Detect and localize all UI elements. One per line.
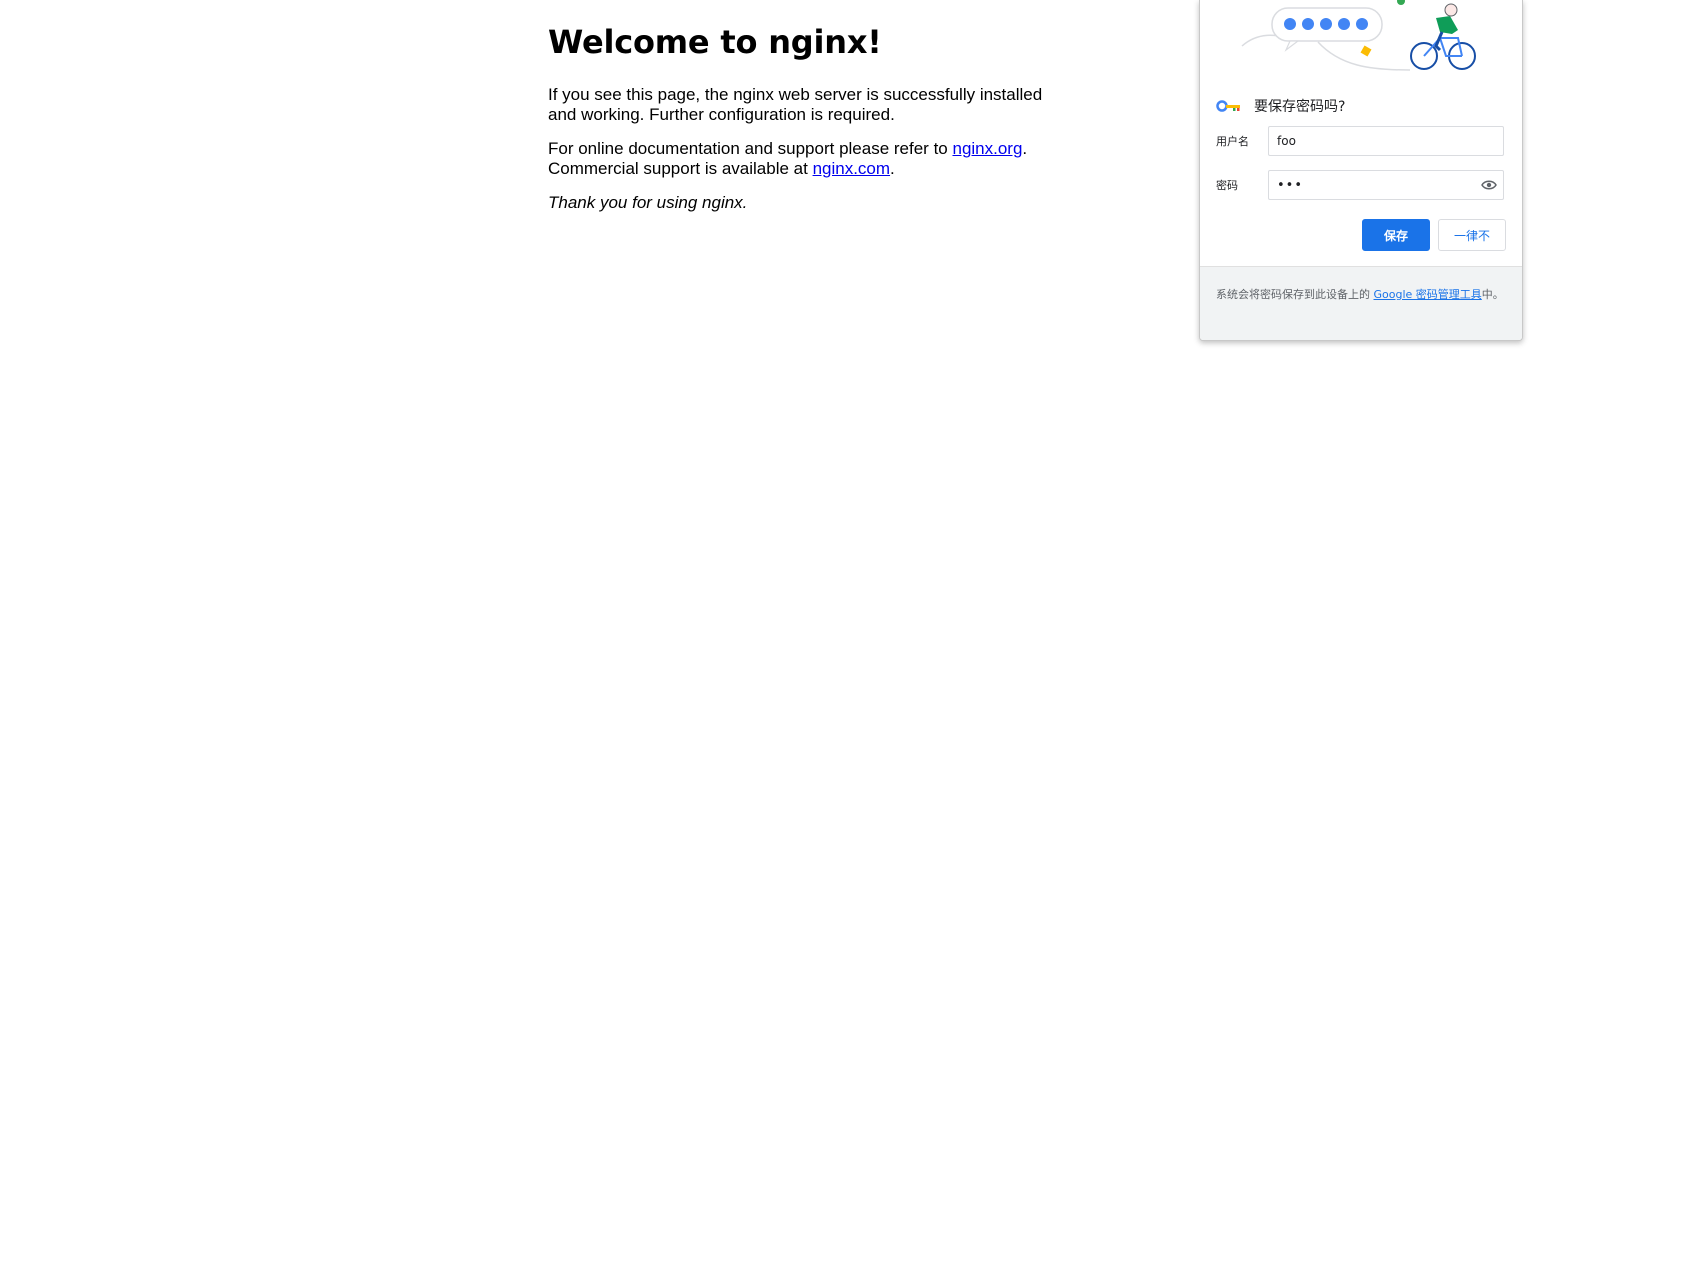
bubble-footer: 系统会将密码保存到此设备上的 Google 密码管理工具中。 — [1200, 266, 1522, 340]
bubble-title: 要保存密码吗? — [1254, 99, 1346, 115]
password-field[interactable]: ••• — [1268, 170, 1504, 200]
password-row: 密码 ••• — [1216, 170, 1504, 200]
nginx-com-link[interactable]: nginx.com — [813, 159, 890, 178]
save-password-bubble: 要保存密码吗? 用户名 foo 密码 ••• 保存 一律不 系统会将密码保存到此… — [1199, 0, 1523, 341]
nginx-org-link[interactable]: nginx.org — [952, 139, 1022, 158]
page-title: Welcome to nginx! — [548, 23, 882, 61]
password-value: ••• — [1277, 177, 1304, 193]
cyclist-illustration — [1241, 0, 1476, 71]
key-icon — [1216, 100, 1240, 112]
nginx-welcome-page: Welcome to nginx! If you see this page, … — [548, 0, 1068, 213]
username-field[interactable]: foo — [1268, 126, 1504, 156]
support-text-3: Commercial support is available at — [548, 158, 813, 178]
username-label: 用户名 — [1216, 135, 1249, 148]
footer-text: 系统会将密码保存到此设备上的 — [1216, 288, 1374, 301]
password-manager-link[interactable]: Google 密码管理工具 — [1374, 288, 1482, 301]
bubble-header: 要保存密码吗? — [1216, 96, 1345, 116]
eye-icon[interactable] — [1481, 179, 1497, 191]
save-button[interactable]: 保存 — [1362, 219, 1430, 251]
never-button[interactable]: 一律不 — [1438, 219, 1506, 251]
username-row: 用户名 foo — [1216, 126, 1504, 156]
support-text-1: For online documentation and support ple… — [548, 139, 953, 158]
support-message: For online documentation and support ple… — [548, 139, 1068, 178]
support-text-4: . — [890, 158, 895, 178]
install-message: If you see this page, the nginx web serv… — [548, 85, 1043, 124]
thanks-message: Thank you for using nginx. — [548, 193, 748, 212]
footer-suffix: 中。 — [1481, 288, 1504, 301]
password-label: 密码 — [1216, 179, 1238, 192]
support-text-2: . — [1022, 139, 1028, 158]
